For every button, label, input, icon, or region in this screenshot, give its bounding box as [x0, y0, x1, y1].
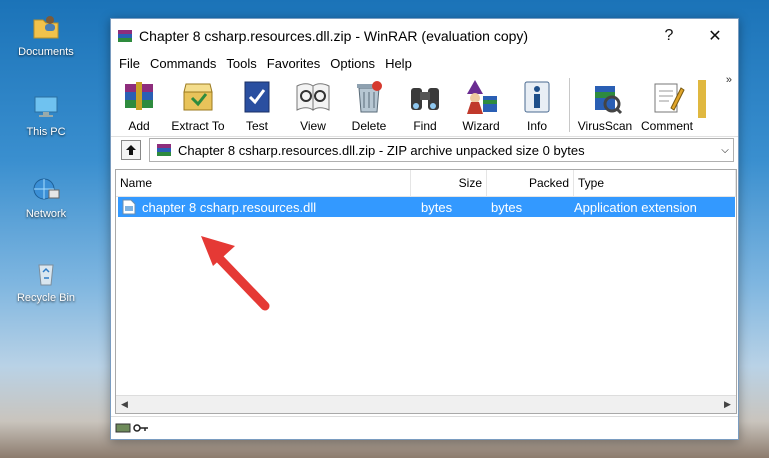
wizard-button[interactable]: Wizard	[453, 76, 509, 133]
test-button[interactable]: Test	[229, 76, 285, 133]
test-icon	[244, 81, 270, 113]
delete-button[interactable]: Delete	[341, 76, 397, 133]
toolbar-separator	[569, 78, 570, 132]
menu-tools[interactable]: Tools	[221, 56, 261, 71]
delete-icon	[357, 81, 382, 113]
menu-help[interactable]: Help	[380, 56, 417, 71]
info-icon	[524, 81, 550, 113]
file-size: bytes	[421, 199, 453, 215]
info-label: Info	[526, 119, 547, 133]
title-bar[interactable]: Chapter 8 csharp.resources.dll.zip - Win…	[111, 19, 738, 52]
desktop-icon-label: This PC	[26, 126, 66, 138]
desktop-icon-label: Network	[25, 208, 67, 220]
comment-icon	[654, 83, 685, 113]
comment-label: Comment	[640, 119, 693, 133]
close-button[interactable]: ✕	[692, 26, 738, 46]
archive-icon	[157, 144, 171, 156]
status-bar	[111, 416, 738, 439]
help-button[interactable]: ?	[646, 27, 692, 45]
up-arrow-icon	[126, 145, 136, 155]
address-bar: Chapter 8 csharp.resources.dll.zip - ZIP…	[111, 136, 738, 163]
desktop-icon-recycle-bin[interactable]: Recycle Bin	[10, 258, 82, 304]
toolbar: Add Extract To Test View Delete Find Wiz…	[111, 74, 738, 136]
file-type: Application extension	[574, 199, 697, 215]
view-label: View	[300, 119, 326, 133]
column-size[interactable]: Size	[411, 170, 487, 196]
extract-to-button[interactable]: Extract To	[167, 76, 229, 133]
computer-icon	[34, 96, 58, 117]
add-label: Add	[128, 119, 150, 133]
menu-commands[interactable]: Commands	[145, 56, 221, 71]
window-title: Chapter 8 csharp.resources.dll.zip - Win…	[139, 27, 529, 44]
extract-to-label: Extract To	[171, 119, 225, 133]
toolbar-partial-icon	[698, 80, 706, 118]
add-button[interactable]: Add	[111, 76, 167, 133]
menu-options[interactable]: Options	[325, 56, 380, 71]
wizard-icon	[467, 80, 497, 114]
desktop-icon-label: Recycle Bin	[16, 292, 76, 304]
annotation-arrow	[201, 236, 270, 311]
winrar-app-icon	[118, 29, 132, 42]
menu-bar: File Commands Tools Favorites Options He…	[111, 52, 738, 74]
dll-file-icon	[122, 199, 136, 215]
view-book-icon	[296, 83, 330, 111]
list-header: Name Size Packed Type	[116, 170, 736, 197]
add-archive-icon	[125, 82, 153, 110]
virusscan-icon	[595, 86, 623, 115]
desktop-icon-this-pc[interactable]: This PC	[10, 92, 82, 138]
menu-file[interactable]: File	[114, 56, 145, 71]
network-icon	[33, 178, 60, 200]
test-label: Test	[245, 119, 268, 133]
find-label: Find	[413, 119, 437, 133]
view-button[interactable]: View	[285, 76, 341, 133]
comment-button[interactable]: Comment	[636, 76, 698, 133]
chevron-down-icon[interactable]: ⌵	[717, 145, 733, 156]
file-name: chapter 8 csharp.resources.dll	[142, 199, 317, 215]
extract-icon	[183, 83, 213, 111]
wizard-label: Wizard	[462, 119, 500, 133]
find-button[interactable]: Find	[397, 76, 453, 133]
info-button[interactable]: Info	[509, 76, 565, 133]
folder-user-icon	[33, 16, 59, 39]
drive-key-status-icon	[115, 423, 148, 433]
scroll-right-icon[interactable]: ▶	[719, 399, 736, 410]
column-name[interactable]: Name	[116, 170, 411, 196]
toolbar-overflow-chevron[interactable]: »	[726, 74, 732, 86]
file-row[interactable]: chapter 8 csharp.resources.dll bytes byt…	[118, 197, 735, 217]
up-folder-button[interactable]	[121, 140, 141, 160]
virusscan-label: VirusScan	[577, 119, 633, 133]
path-field[interactable]: Chapter 8 csharp.resources.dll.zip - ZIP…	[149, 138, 734, 162]
desktop-icon-documents[interactable]: Documents	[10, 12, 82, 58]
recycle-bin-icon	[38, 264, 54, 286]
desktop-icon-label: Documents	[18, 46, 74, 58]
menu-favorites[interactable]: Favorites	[262, 56, 325, 71]
path-text: Chapter 8 csharp.resources.dll.zip - ZIP…	[178, 142, 585, 158]
file-packed: bytes	[491, 199, 523, 215]
horizontal-scrollbar[interactable]: ◀ ▶	[116, 395, 736, 413]
virusscan-button[interactable]: VirusScan	[574, 76, 636, 133]
binoculars-icon	[411, 88, 439, 110]
delete-label: Delete	[351, 119, 387, 133]
scroll-left-icon[interactable]: ◀	[116, 399, 133, 410]
column-type[interactable]: Type	[574, 170, 736, 196]
desktop-icon-network[interactable]: Network	[10, 174, 82, 220]
column-packed[interactable]: Packed	[487, 170, 574, 196]
